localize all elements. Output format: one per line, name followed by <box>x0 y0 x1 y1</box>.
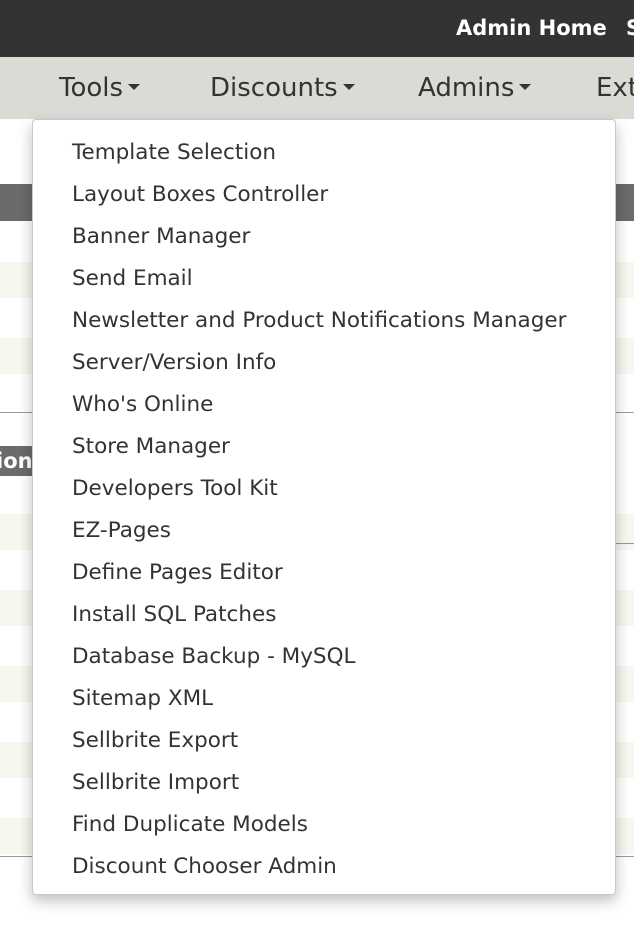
menu-item-store-manager[interactable]: Store Manager <box>33 426 615 468</box>
menu-admins-label: Admins <box>418 73 515 103</box>
menu-item-template-selection[interactable]: Template Selection <box>33 132 615 174</box>
menu-admins[interactable]: Admins <box>418 73 532 103</box>
menu-item-layout-boxes-controller[interactable]: Layout Boxes Controller <box>33 174 615 216</box>
menu-item-whos-online[interactable]: Who's Online <box>33 384 615 426</box>
menu-item-server-version-info[interactable]: Server/Version Info <box>33 342 615 384</box>
menu-tools-label: Tools <box>59 73 124 103</box>
menu-tools[interactable]: Tools <box>59 73 141 103</box>
tools-dropdown-menu: Template Selection Layout Boxes Controll… <box>32 119 616 895</box>
menu-item-ez-pages[interactable]: EZ-Pages <box>33 510 615 552</box>
menu-item-find-duplicate-models[interactable]: Find Duplicate Models <box>33 804 615 846</box>
menu-extras-label: Ext <box>596 73 634 103</box>
menu-item-database-backup[interactable]: Database Backup - MySQL <box>33 636 615 678</box>
chevron-down-icon <box>519 83 532 90</box>
menu-item-sellbrite-export[interactable]: Sellbrite Export <box>33 720 615 762</box>
menu-discounts[interactable]: Discounts <box>210 73 355 103</box>
menu-item-sellbrite-import[interactable]: Sellbrite Import <box>33 762 615 804</box>
main-menu-bar: Tools Discounts Admins Ext <box>0 57 634 119</box>
menu-extras[interactable]: Ext <box>596 73 634 103</box>
menu-item-newsletter-manager[interactable]: Newsletter and Product Notifications Man… <box>33 300 615 342</box>
header-link-truncated[interactable]: S <box>626 16 634 40</box>
menu-item-define-pages-editor[interactable]: Define Pages Editor <box>33 552 615 594</box>
admin-home-link[interactable]: Admin Home <box>456 16 607 40</box>
menu-item-developers-tool-kit[interactable]: Developers Tool Kit <box>33 468 615 510</box>
menu-discounts-label: Discounts <box>210 73 338 103</box>
tools-menu-list: Template Selection Layout Boxes Controll… <box>33 120 615 888</box>
chevron-down-icon <box>342 83 355 90</box>
chevron-down-icon <box>128 83 141 90</box>
menu-item-install-sql-patches[interactable]: Install SQL Patches <box>33 594 615 636</box>
top-header-bar: Admin Home S <box>0 0 634 57</box>
menu-item-discount-chooser-admin[interactable]: Discount Chooser Admin <box>33 846 615 888</box>
menu-item-send-email[interactable]: Send Email <box>33 258 615 300</box>
table-header-text: ion <box>0 449 33 473</box>
menu-item-banner-manager[interactable]: Banner Manager <box>33 216 615 258</box>
menu-item-sitemap-xml[interactable]: Sitemap XML <box>33 678 615 720</box>
